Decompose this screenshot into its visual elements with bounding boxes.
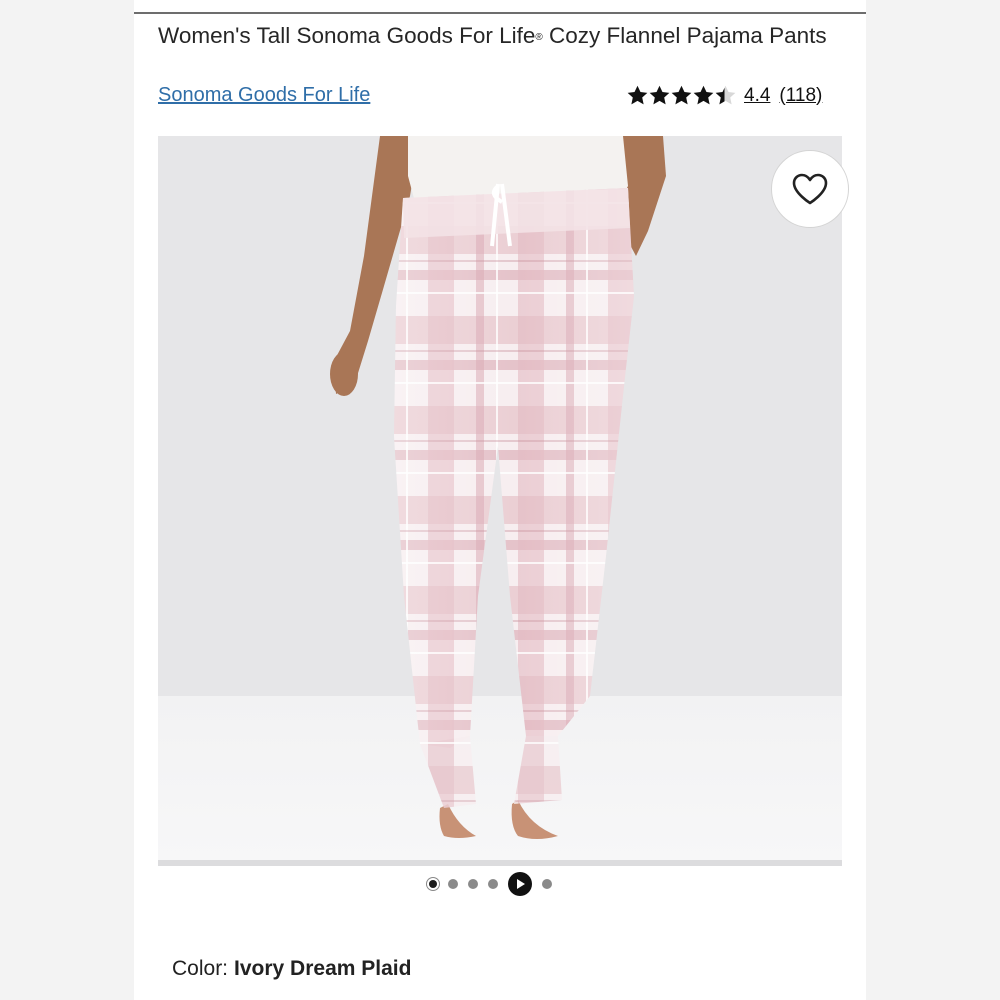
color-selection: Color: Ivory Dream Plaid	[172, 957, 411, 981]
star-icon	[649, 85, 670, 105]
registered-mark: ®	[535, 32, 543, 43]
gallery-dot-6[interactable]	[542, 879, 552, 889]
gallery-dot-4[interactable]	[488, 879, 498, 889]
favorite-button[interactable]	[771, 150, 849, 228]
gallery-pagination	[428, 872, 562, 896]
gallery-video-dot[interactable]	[508, 872, 532, 896]
color-label: Color:	[172, 957, 229, 980]
gallery-dot-2[interactable]	[448, 879, 458, 889]
product-page: Women's Tall Sonoma Goods For Life® Cozy…	[134, 0, 866, 1000]
star-icon	[627, 85, 648, 105]
brand-link[interactable]: Sonoma Goods For Life	[158, 84, 370, 107]
gallery-dot-1[interactable]	[429, 880, 437, 888]
review-count[interactable]: (118)	[779, 85, 822, 107]
rating-value[interactable]: 4.4	[744, 85, 770, 107]
rating-summary[interactable]: 4.4 (118)	[626, 84, 822, 107]
product-image[interactable]	[158, 136, 842, 860]
play-icon	[517, 879, 525, 889]
image-scroll-track	[158, 860, 842, 866]
top-divider	[134, 12, 866, 14]
star-icon	[693, 85, 714, 105]
star-rating	[626, 84, 736, 107]
color-value: Ivory Dream Plaid	[234, 957, 412, 980]
product-title: Women's Tall Sonoma Goods For Life® Cozy…	[158, 23, 827, 48]
star-icon	[671, 85, 692, 105]
gallery-dot-3[interactable]	[468, 879, 478, 889]
star-half-icon	[715, 85, 736, 105]
heart-outline-icon	[792, 173, 828, 205]
pajama-model-illustration	[330, 136, 666, 839]
